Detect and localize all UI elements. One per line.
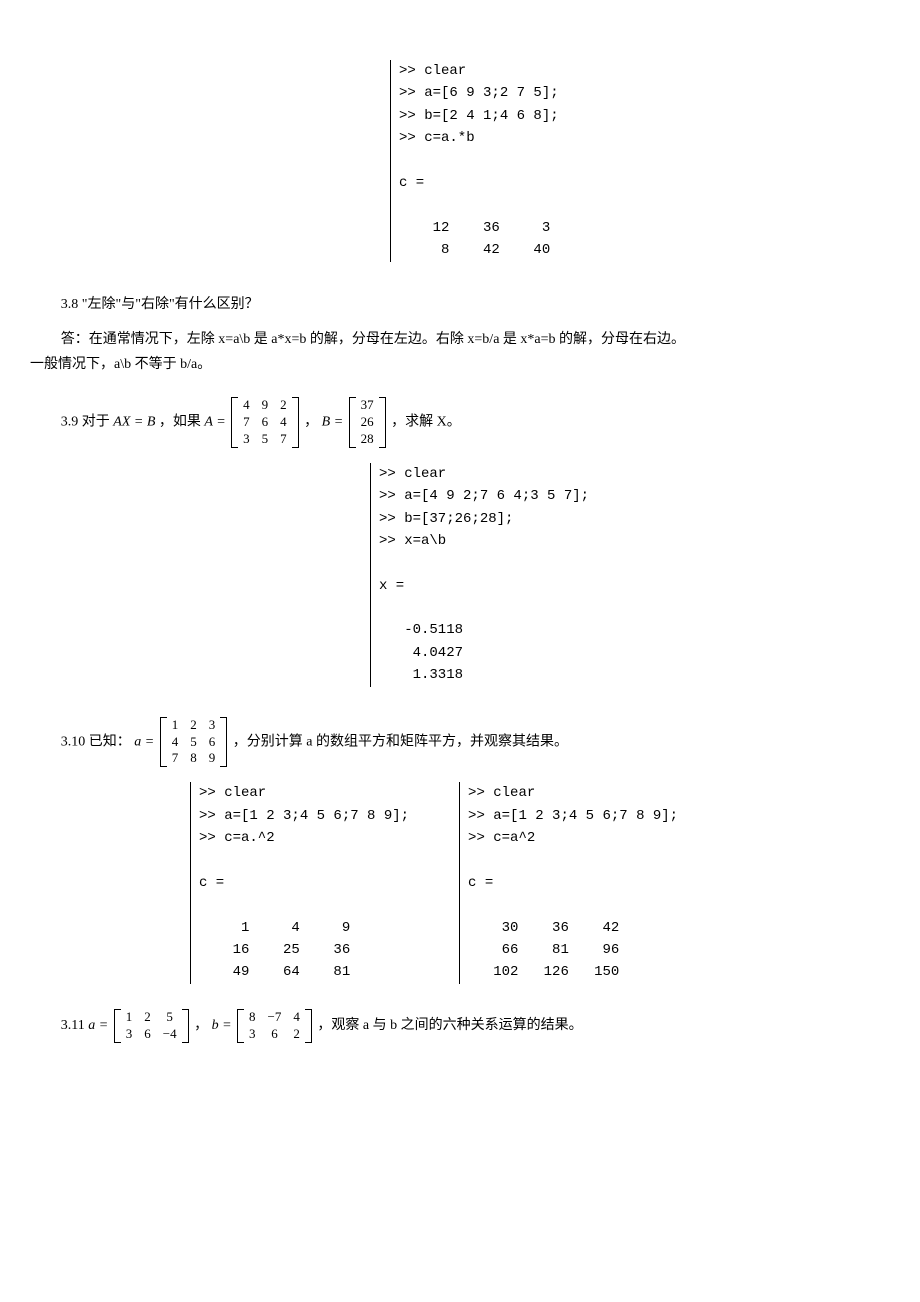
q311-pre: 3.11: [61, 1018, 88, 1033]
q311-matrix-a: 125 36−4: [114, 1009, 189, 1043]
code-block-1: >> clear >> a=[6 9 3;2 7 5]; >> b=[2 4 1…: [390, 60, 559, 262]
q39-post: ，求解 X。: [391, 415, 461, 430]
q311-mid: ，: [194, 1018, 208, 1033]
q310-statement: 3.10 已知： a = 123 456 789 ，分别计算 a 的数组平方和矩…: [30, 717, 890, 768]
code-block-3a: >> clear >> a=[1 2 3;4 5 6;7 8 9]; >> c=…: [190, 782, 409, 984]
q39-statement: 3.9 对于 AX = B ，如果 A = 492 764 357 ， B = …: [30, 397, 890, 448]
q39-mid1: ，如果: [159, 415, 201, 430]
q39-matrix-A: 492 764 357: [231, 397, 299, 448]
q39-pre: 3.9 对于: [61, 415, 110, 430]
q39-matrix-B: 37 26 28: [349, 397, 386, 448]
q311-statement: 3.11 a = 125 36−4 ， b = 8−74 362 ，观察 a 与…: [30, 1009, 890, 1043]
q310-matrix-a: 123 456 789: [160, 717, 228, 768]
q311-a-label: a =: [88, 1018, 108, 1033]
q311-matrix-b: 8−74 362: [237, 1009, 312, 1043]
code-block-2: >> clear >> a=[4 9 2;7 6 4;3 5 7]; >> b=…: [370, 463, 589, 687]
q311-post: ，观察 a 与 b 之间的六种关系运算的结果。: [317, 1018, 582, 1033]
q310-code-pair: >> clear >> a=[1 2 3;4 5 6;7 8 9]; >> c=…: [190, 782, 890, 984]
q38-title: 3.8 "左除"与"右除"有什么区别？: [30, 292, 890, 317]
q310-a-label: a =: [134, 734, 154, 749]
q39-B-label: B =: [322, 415, 344, 430]
q39-eq: AX = B: [113, 415, 155, 430]
q38-answer-line2: 一般情况下，a\b 不等于 b/a。: [30, 352, 890, 377]
q310-post: ，分别计算 a 的数组平方和矩阵平方，并观察其结果。: [233, 734, 568, 749]
q39-mid2: ，: [304, 415, 318, 430]
code-block-3b: >> clear >> a=[1 2 3;4 5 6;7 8 9]; >> c=…: [459, 782, 678, 984]
q39-A-label: A =: [204, 415, 225, 430]
q311-b-label: b =: [212, 1018, 232, 1033]
q310-pre: 3.10 已知：: [61, 734, 131, 749]
q38-answer-line1: 答：在通常情况下，左除 x=a\b 是 a*x=b 的解，分母在左边。右除 x=…: [30, 327, 890, 352]
